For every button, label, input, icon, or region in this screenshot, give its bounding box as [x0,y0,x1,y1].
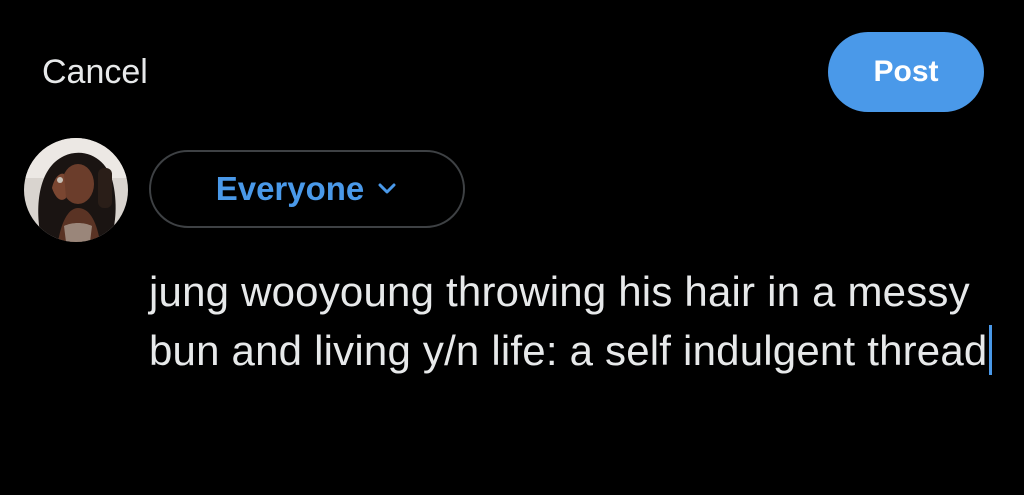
avatar-image [24,138,128,242]
cancel-button[interactable]: Cancel [42,50,148,94]
text-cursor [988,325,992,375]
chevron-down-icon [376,178,398,200]
compose-text: jung wooyoung throwing his hair in a mes… [149,268,988,374]
audience-label: Everyone [215,170,365,207]
compose-textarea[interactable]: jung wooyoung throwing his hair in a mes… [149,262,999,380]
post-button[interactable]: Post [828,32,984,112]
audience-selector[interactable]: Everyone [149,150,465,228]
avatar[interactable] [24,138,128,242]
